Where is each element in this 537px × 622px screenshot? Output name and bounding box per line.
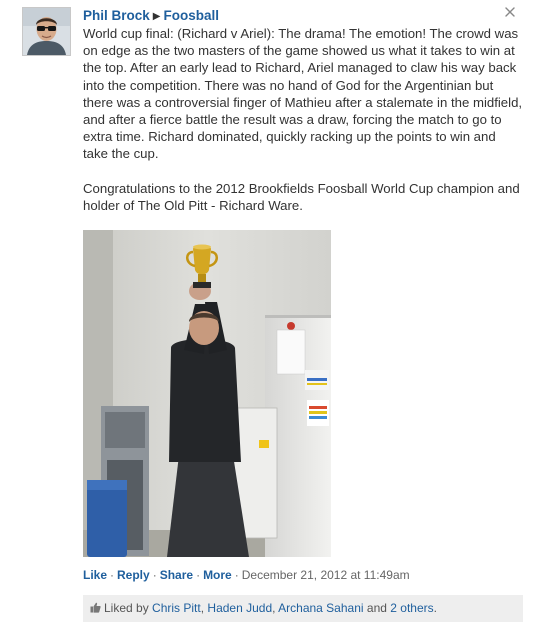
avatar-image [23, 8, 70, 55]
close-icon[interactable] [503, 5, 517, 19]
reply-button[interactable]: Reply [117, 568, 150, 582]
action-separator: · [234, 568, 239, 582]
liker-link[interactable]: Archana Sahani [278, 601, 363, 615]
like-button[interactable]: Like [83, 568, 107, 582]
post-body: World cup final: (Richard v Ariel): The … [83, 25, 523, 231]
liker-link[interactable]: Chris Pitt [152, 601, 201, 615]
post-photo[interactable] [83, 230, 331, 557]
post-paragraph: Congratulations to the 2012 Brookfields … [83, 180, 520, 213]
liker-link[interactable]: Haden Judd [207, 601, 272, 615]
triangle-right-icon: ▶ [152, 11, 161, 22]
action-separator: · [152, 568, 157, 582]
post-timestamp: December 21, 2012 at 11:49am [241, 568, 410, 582]
post-header: Phil Brock ▶ Foosball [83, 7, 219, 26]
action-separator: · [110, 568, 115, 582]
liked-by-label: Liked by [104, 601, 149, 615]
trophy-photo [83, 230, 331, 557]
post-actions: Like · Reply · Share · More · December 21, 2012 … [83, 568, 410, 582]
likes-suffix: . [433, 601, 437, 615]
group-link[interactable]: Foosball [163, 8, 219, 23]
others-link[interactable]: 2 others [390, 601, 433, 615]
post-paragraph: World cup final: (Richard v Ariel): The … [83, 26, 523, 162]
author-avatar[interactable] [22, 7, 71, 56]
share-button[interactable]: Share [160, 568, 193, 582]
author-link[interactable]: Phil Brock [83, 8, 150, 23]
thumbs-up-icon [90, 602, 101, 613]
action-separator: · [196, 568, 201, 582]
more-button[interactable]: More [203, 568, 232, 582]
likes-bar: Liked by Chris Pitt, Haden Judd, Archana… [83, 595, 523, 622]
likes-conjunction: and [366, 601, 387, 615]
